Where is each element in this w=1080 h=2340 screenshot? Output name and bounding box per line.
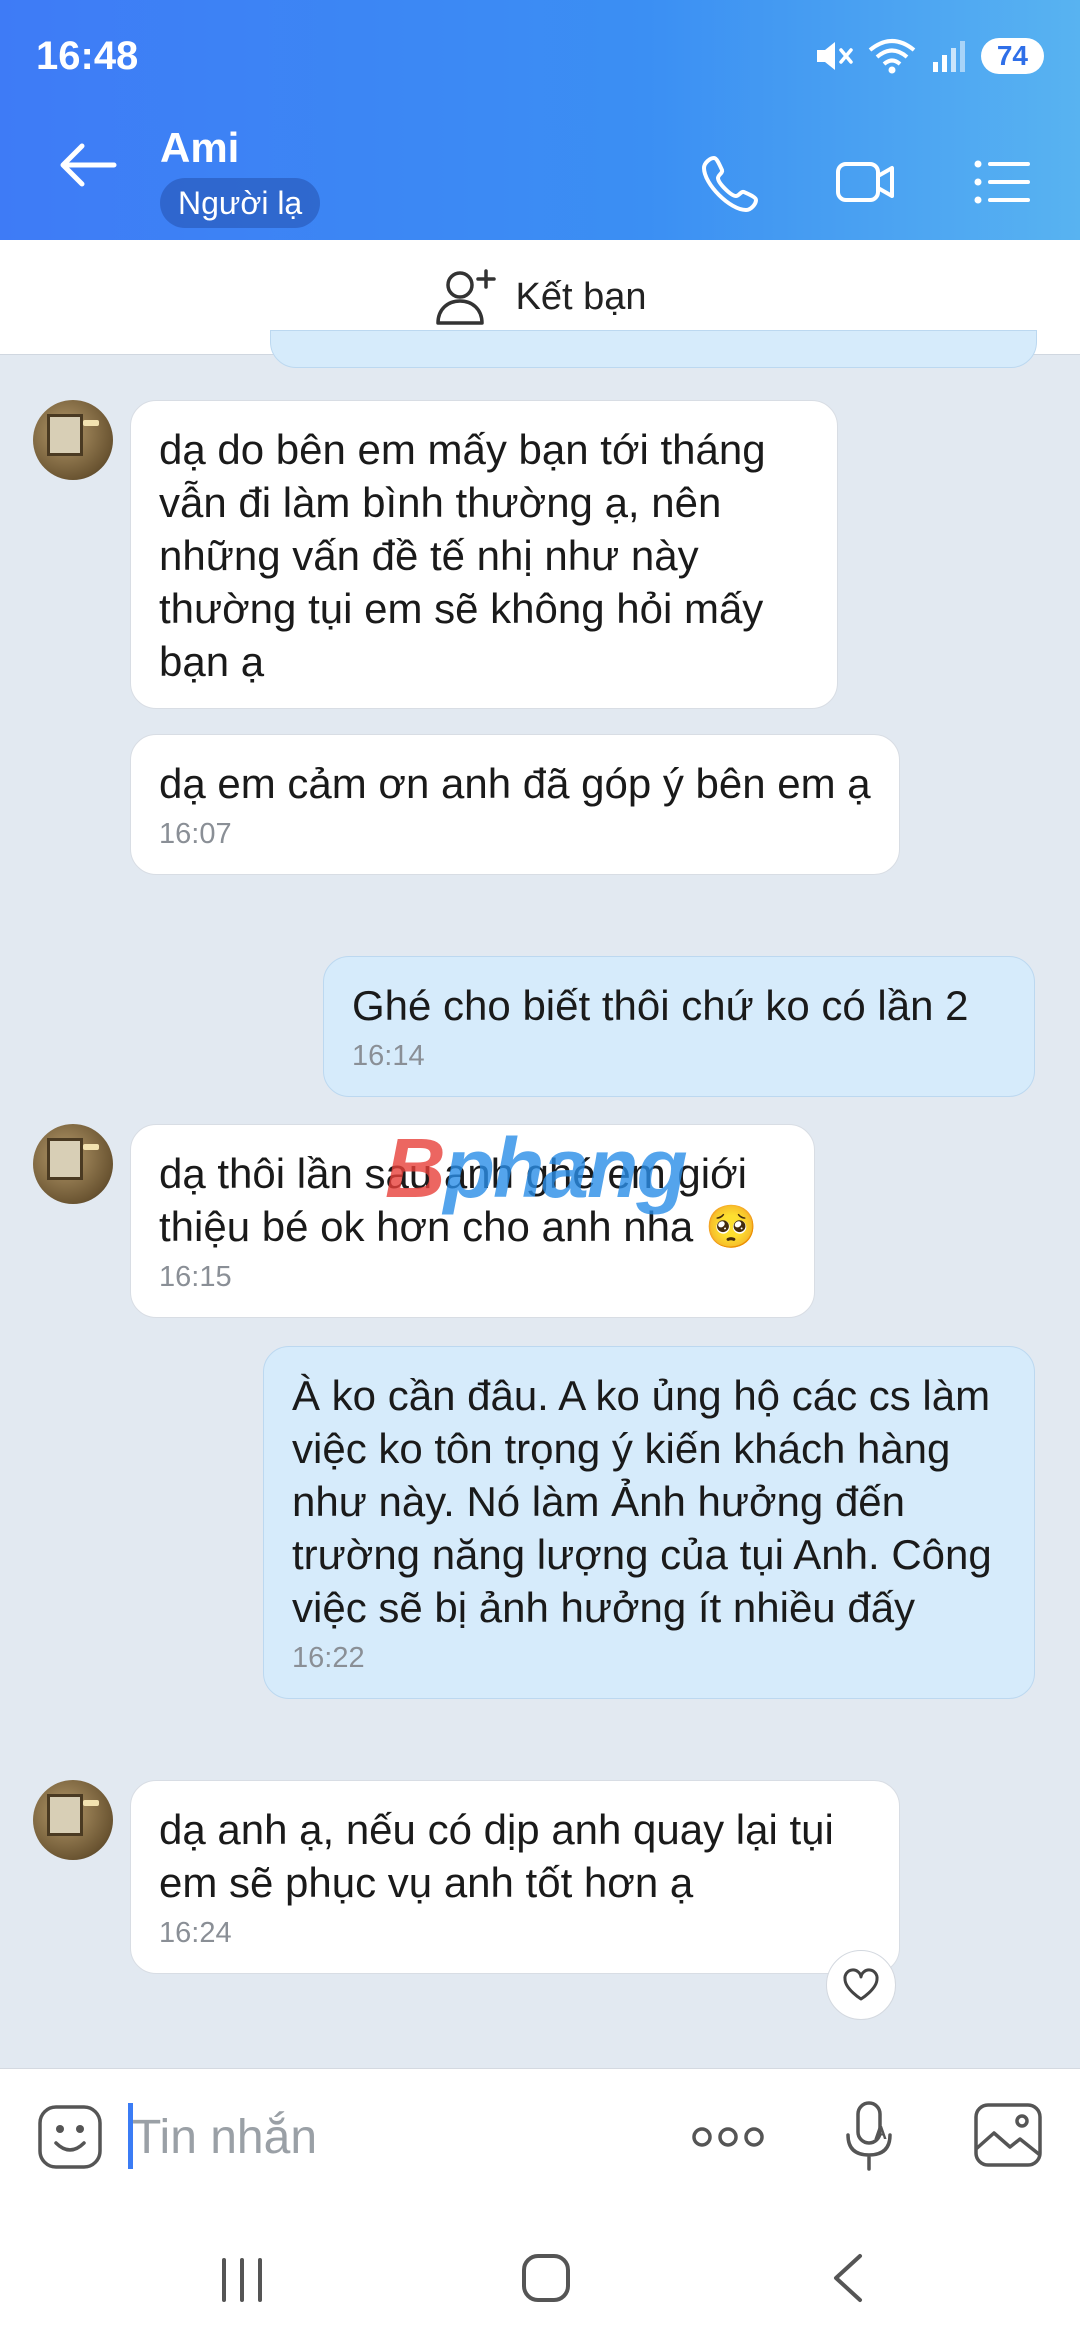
video-call-icon[interactable] [834, 150, 898, 214]
phone-call-icon[interactable] [700, 150, 764, 214]
message-bubble-incoming[interactable]: dạ anh ạ, nếu có dịp anh quay lại tụi em… [130, 1780, 900, 1974]
more-options-icon[interactable] [690, 2119, 766, 2155]
stranger-badge: Người lạ [160, 178, 321, 228]
message-input[interactable] [128, 2105, 652, 2169]
add-friend-icon [435, 269, 496, 325]
message-bubble-outgoing[interactable]: Ghé cho biết thôi chứ ko có lần 2 16:14 [323, 956, 1035, 1097]
message-bubble-incoming[interactable]: dạ em cảm ơn anh đã góp ý bên em ạ 16:07 [130, 734, 900, 875]
contact-name[interactable]: Ami [160, 124, 239, 172]
watermark-logo: Bphang [385, 1121, 688, 1215]
add-friend-label: Kết bạn [515, 275, 647, 318]
message-time: 16:14 [352, 1040, 425, 1072]
message-text: Ghé cho biết thôi chứ ko có lần 2 [352, 982, 969, 1029]
home-icon[interactable] [516, 2248, 576, 2308]
sticker-emoji-icon[interactable] [36, 2103, 104, 2171]
status-icons: 74 [813, 38, 1044, 74]
stranger-badge-label: Người lạ [178, 184, 303, 221]
status-time: 16:48 [36, 34, 139, 78]
chat-header: 16:48 74 Ami Người lạ [0, 0, 1080, 240]
message-bubble-incoming[interactable]: dạ do bên em mấy bạn tới tháng vẫn đi là… [130, 400, 838, 709]
battery-level: 74 [996, 40, 1028, 71]
message-text: dạ anh ạ, nếu có dịp anh quay lại tụi em… [159, 1806, 834, 1906]
recent-apps-icon[interactable] [212, 2248, 272, 2308]
message-bubble-outgoing[interactable]: À ko cần đâu. A ko ủng hộ các cs làm việ… [263, 1346, 1035, 1699]
message-time: 16:15 [159, 1261, 232, 1293]
message-time: 16:22 [292, 1642, 365, 1674]
wifi-icon [868, 39, 916, 74]
message-time: 16:07 [159, 818, 232, 850]
system-navigation-bar [0, 2208, 1080, 2340]
menu-list-icon[interactable] [970, 150, 1034, 214]
message-text: À ko cần đâu. A ko ủng hộ các cs làm việ… [292, 1372, 992, 1631]
battery-indicator: 74 [980, 38, 1044, 74]
message-time: 16:24 [159, 1917, 232, 1949]
avatar[interactable] [33, 1780, 113, 1860]
back-arrow-icon[interactable] [58, 140, 118, 190]
message-text: dạ do bên em mấy bạn tới tháng vẫn đi là… [159, 426, 766, 685]
mute-icon [816, 42, 853, 70]
avatar[interactable] [33, 1124, 113, 1204]
back-nav-icon[interactable] [820, 2248, 880, 2308]
svg-text:A: A [874, 2123, 887, 2143]
avatar[interactable] [33, 400, 113, 480]
message-text: dạ em cảm ơn anh đã góp ý bên em ạ [159, 760, 871, 807]
image-gallery-icon[interactable] [972, 2101, 1044, 2169]
react-heart-button[interactable] [826, 1950, 896, 2020]
voice-microphone-icon[interactable]: A [840, 2099, 900, 2175]
previous-message-fragment [270, 330, 1037, 368]
signal-icon [932, 41, 965, 72]
message-input-bar: A [0, 2068, 1080, 2209]
heart-icon [843, 1968, 879, 2001]
